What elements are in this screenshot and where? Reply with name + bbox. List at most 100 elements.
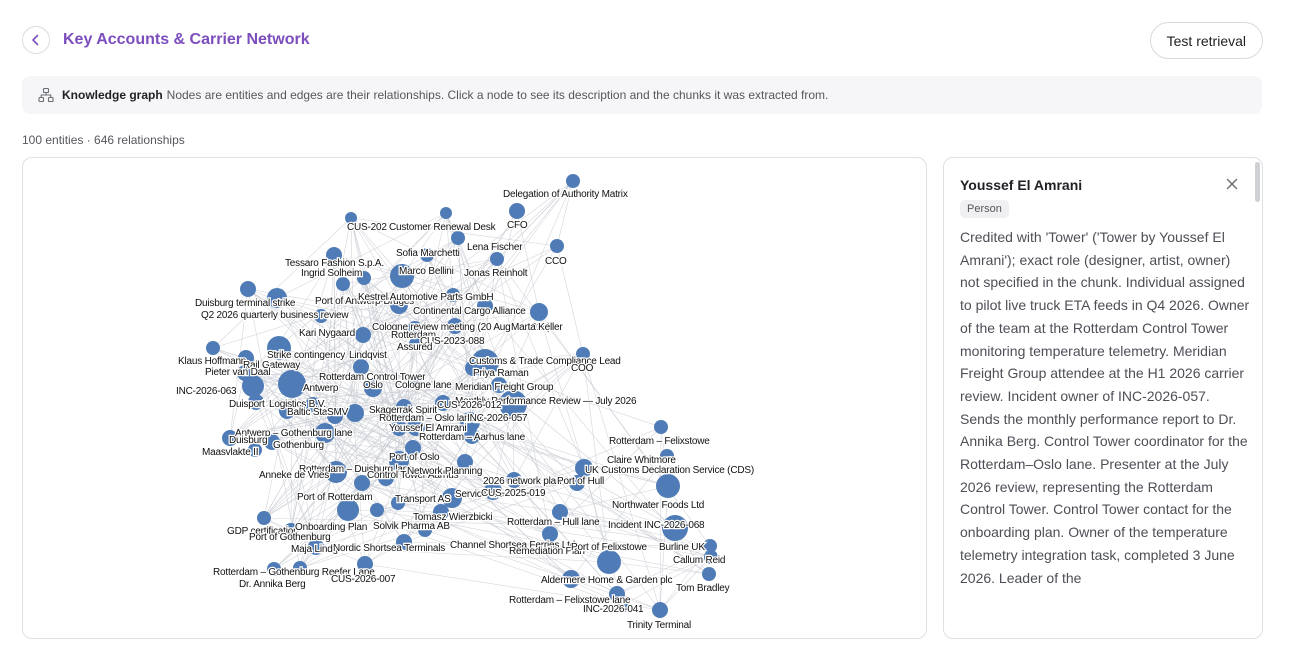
graph-node-label[interactable]: Pieter van Daal: [204, 366, 272, 380]
graph-node[interactable]: [654, 420, 668, 434]
graph-node[interactable]: [278, 370, 306, 398]
graph-node-label[interactable]: Lena Fischer: [466, 241, 525, 255]
graph-node-label[interactable]: INC-2026-057: [466, 412, 530, 426]
graph-node-label[interactable]: Duisburg terminal strike: [194, 297, 298, 311]
graph-node-label[interactable]: CUS-2026-012: [436, 399, 504, 413]
graph-node[interactable]: [702, 567, 716, 581]
graph-node[interactable]: [206, 341, 220, 355]
graph-node[interactable]: [652, 602, 668, 618]
graph-structure-icon: [38, 87, 54, 103]
graph-node-label[interactable]: Klaus Hoffmann: [177, 355, 248, 369]
graph-node-label[interactable]: INC-2026-041: [582, 603, 646, 617]
chevron-left-icon: [32, 34, 39, 46]
graph-edge: [350, 217, 356, 414]
graph-node-label[interactable]: Baltic Star: [286, 406, 333, 420]
graph-node-label[interactable]: Burline UK: [658, 541, 707, 555]
info-title: Knowledge graph: [62, 88, 163, 102]
graph-node-label[interactable]: CUS-2026-007: [330, 573, 398, 587]
graph-node-label[interactable]: Port of Oslo: [388, 451, 442, 465]
graph-node[interactable]: [509, 203, 525, 219]
graph-node-label[interactable]: Dr. Annika Berg: [238, 578, 307, 592]
graph-node-label[interactable]: Solvik Pharma AB: [372, 520, 452, 534]
graph-node[interactable]: [566, 174, 580, 188]
graph-node-label[interactable]: Ingrid Solheim: [300, 267, 364, 281]
graph-node-label[interactable]: INC-2026-063: [175, 385, 239, 399]
graph-node-label[interactable]: Continental Cargo Alliance: [412, 305, 528, 319]
graph-node-label[interactable]: Delegation of Authority Matrix: [502, 188, 630, 202]
graph-node-label[interactable]: Assured: [396, 341, 434, 355]
graph-node-label[interactable]: Cologne lane: [394, 379, 454, 393]
graph-node-label[interactable]: Rotterdam – Felixstowe: [608, 435, 712, 449]
graph-node-label[interactable]: Nordic Shortsea Terminals: [332, 542, 447, 556]
graph-node-label[interactable]: Gothenburg: [272, 439, 326, 453]
graph-node-label[interactable]: Customs & Trade Compliance Lead: [468, 355, 622, 369]
graph-node-label[interactable]: CCO: [544, 255, 569, 269]
graph-node-label[interactable]: Rotterdam – Aarhus lane: [418, 431, 527, 445]
graph-node-label[interactable]: SMV: [326, 406, 350, 420]
graph-node-label[interactable]: Network Planning: [406, 465, 484, 479]
entity-type-badge: Person: [960, 200, 1009, 218]
graph-node[interactable]: [451, 231, 465, 245]
graph-stats: 100 entities · 646 relationships: [22, 133, 185, 147]
graph-node-label[interactable]: Oslo: [362, 379, 385, 393]
graph-node[interactable]: [336, 277, 350, 291]
test-retrieval-button[interactable]: Test retrieval: [1149, 22, 1263, 59]
graph-node-label[interactable]: Port of Gothenburg: [248, 531, 332, 545]
graph-node-label[interactable]: Port of Hull: [556, 475, 606, 489]
graph-node-label[interactable]: Duisburg: [228, 434, 269, 448]
graph-node-label[interactable]: Tom Bradley: [675, 582, 731, 596]
graph-node-label[interactable]: Port of Rotterdam: [296, 491, 374, 505]
graph-node[interactable]: [355, 327, 371, 343]
graph-node[interactable]: [257, 511, 271, 525]
back-button[interactable]: [22, 26, 50, 54]
close-detail-button[interactable]: [1220, 172, 1244, 196]
graph-node-label[interactable]: Marta Keller: [510, 321, 565, 335]
graph-node-label[interactable]: Q2 2026 quarterly business review: [200, 309, 351, 323]
entity-name: Youssef El Amrani: [960, 177, 1083, 193]
graph-node[interactable]: [242, 375, 264, 397]
graph-node-label[interactable]: Meridian Freight Group: [454, 381, 556, 395]
graph-node[interactable]: [370, 503, 384, 517]
graph-node-label[interactable]: Transport AS: [394, 493, 453, 507]
graph-node[interactable]: [440, 207, 452, 219]
graph-node-label[interactable]: Trinity Terminal: [626, 619, 693, 633]
graph-node[interactable]: [550, 239, 564, 253]
graph-node-label[interactable]: UK Customs Declaration Service (CDS): [584, 464, 756, 478]
graph-node-label[interactable]: Lindqvist: [348, 349, 389, 363]
graph-node-label[interactable]: Maasvlakte II: [201, 446, 260, 460]
knowledge-graph-canvas[interactable]: Delegation of Authority Matrix CUS-202 Cus…: [22, 157, 927, 639]
graph-node-label[interactable]: Marco Bellini: [398, 265, 455, 279]
graph-node-label[interactable]: Anneke de Vries: [258, 469, 331, 483]
graph-node-label[interactable]: Customer Renewal Desk: [388, 221, 498, 235]
graph-node-label[interactable]: Rotterdam – Hull lane: [506, 516, 602, 530]
graph-node[interactable]: [656, 474, 680, 498]
close-icon: [1226, 178, 1238, 190]
graph-node[interactable]: [490, 252, 504, 266]
graph-node-label[interactable]: Jonas Reinholt: [463, 267, 529, 281]
graph-node-label[interactable]: Kari Nygaard: [298, 327, 357, 341]
graph-node-label[interactable]: Duisport: [228, 398, 267, 412]
graph-node-label[interactable]: Priya Raman: [472, 367, 530, 381]
graph-node-label[interactable]: Sofia Marchetti: [395, 247, 461, 261]
graph-node-label[interactable]: 2026 network plan: [482, 475, 563, 489]
graph-node-label[interactable]: CUS-2025-019: [480, 487, 548, 501]
graph-node[interactable]: [530, 303, 548, 321]
graph-node-label[interactable]: Kestrel Automotive Parts GmbH: [357, 291, 495, 305]
graph-node-label[interactable]: Antwerp: [302, 382, 341, 396]
entity-detail-panel: Youssef El Amrani Person Credited with '…: [943, 157, 1263, 639]
graph-node[interactable]: [240, 281, 256, 297]
graph-node-label[interactable]: Aldermere Home & Garden plc: [540, 574, 674, 588]
graph-node-label[interactable]: COO: [570, 362, 595, 376]
detail-scrollbar[interactable]: [1255, 162, 1260, 202]
graph-edge: [582, 353, 610, 563]
info-description: Nodes are entities and edges are their r…: [166, 88, 829, 102]
graph-node-label[interactable]: Callum Reid: [672, 554, 727, 568]
graph-node-label[interactable]: CFO: [506, 219, 530, 233]
graph-node[interactable]: [346, 404, 364, 422]
graph-node[interactable]: [597, 550, 621, 574]
graph-node-label[interactable]: Port of Felixstowe: [570, 541, 649, 555]
knowledge-graph-svg[interactable]: Delegation of Authority MatrixCUS-202 Cus…: [23, 158, 927, 639]
graph-node-label[interactable]: Incident INC-2026-068: [607, 519, 707, 533]
graph-node-label[interactable]: CUS-202: [346, 221, 389, 235]
graph-node-label[interactable]: Northwater Foods Ltd: [611, 499, 706, 513]
